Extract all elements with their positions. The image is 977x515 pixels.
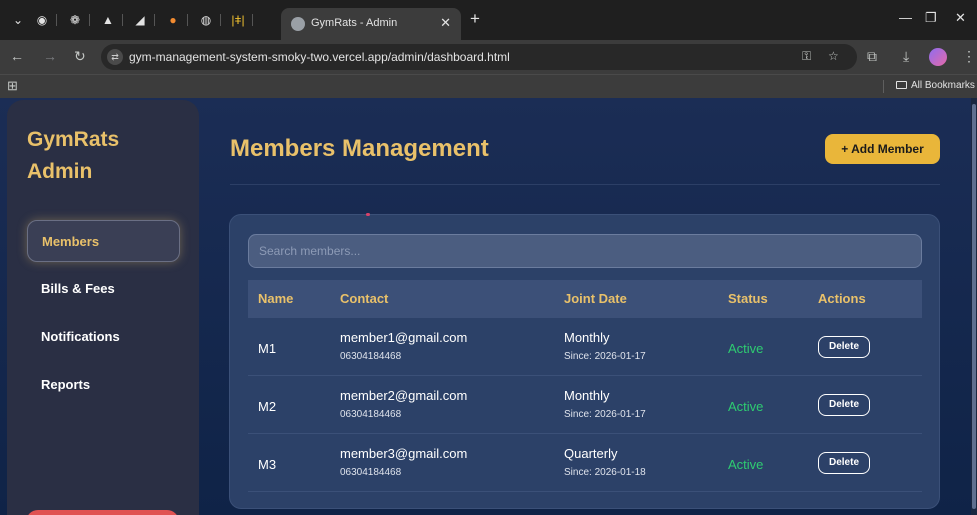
new-tab-icon[interactable]: + xyxy=(470,9,480,29)
forward-arrow-icon[interactable]: → xyxy=(43,48,57,64)
member-plan: Quarterly xyxy=(564,446,618,461)
tab-divider xyxy=(56,14,57,26)
delete-button[interactable]: Delete xyxy=(818,394,870,416)
delete-button[interactable]: Delete xyxy=(818,336,870,358)
table-row: M3 member3@gmail.com 06304184468 Quarter… xyxy=(248,434,922,492)
apps-grid-icon[interactable]: ⊞ xyxy=(7,78,18,94)
member-name: M3 xyxy=(258,457,277,472)
site-info-icon[interactable]: ⇄ xyxy=(107,49,123,65)
tab-title: GymRats - Admin xyxy=(311,17,398,29)
column-header-name: Name xyxy=(258,291,294,306)
minimize-icon[interactable]: — xyxy=(899,10,912,25)
github-icon[interactable]: ◉ xyxy=(33,11,51,29)
member-email: member2@gmail.com xyxy=(340,388,468,403)
member-phone: 06304184468 xyxy=(340,467,402,478)
member-since-date: Since: 2026-01-17 xyxy=(564,409,646,420)
column-header-actions: Actions xyxy=(818,291,866,306)
member-plan: Monthly xyxy=(564,388,610,403)
openai-icon[interactable]: ❁ xyxy=(66,11,84,29)
member-name: M2 xyxy=(258,399,277,414)
search-input[interactable] xyxy=(248,234,922,268)
folder-icon xyxy=(896,81,907,89)
all-bookmarks-label: All Bookmarks xyxy=(911,80,975,91)
tab-search-icon[interactable]: ⌄ xyxy=(9,11,27,29)
brand-title: GymRats Admin xyxy=(27,128,120,183)
tab-divider xyxy=(89,14,90,26)
bookmark-star-icon[interactable]: ☆ xyxy=(828,49,839,63)
tab-divider xyxy=(122,14,123,26)
firebase-icon[interactable]: ● xyxy=(164,11,182,29)
status-badge: Active xyxy=(728,341,764,356)
logout-button[interactable] xyxy=(26,510,179,515)
member-name: M1 xyxy=(258,341,277,356)
pinned-tab-icon[interactable]: ◍ xyxy=(197,11,215,29)
status-badge: Active xyxy=(728,457,764,472)
member-email: member1@gmail.com xyxy=(340,330,468,345)
page-title: Members Management xyxy=(230,135,489,162)
all-bookmarks-button[interactable]: All Bookmarks xyxy=(896,80,975,91)
menu-kebab-icon[interactable]: ⋮ xyxy=(962,48,976,65)
tab-divider xyxy=(220,14,221,26)
add-member-button[interactable]: + Add Member xyxy=(825,134,940,164)
extensions-icon[interactable]: ⧉ xyxy=(867,48,877,65)
page-viewport: GymRats Admin Members Bills & Fees Notif… xyxy=(0,98,977,515)
page-scrollbar[interactable] xyxy=(971,98,977,515)
status-badge: Active xyxy=(728,399,764,414)
column-header-contact: Contact xyxy=(340,291,389,306)
sidebar-item-notifications[interactable]: Notifications xyxy=(27,316,180,358)
bookmarks-divider xyxy=(883,80,884,93)
back-arrow-icon[interactable]: ← xyxy=(10,48,24,64)
tab-gymrats-admin[interactable]: GymRats - Admin ✕ xyxy=(281,8,461,40)
column-header-joint-date: Joint Date xyxy=(564,291,627,306)
member-phone: 06304184468 xyxy=(340,409,402,420)
download-icon[interactable]: ⤓ xyxy=(903,48,909,65)
member-phone: 06304184468 xyxy=(340,351,402,362)
analytics-icon[interactable]: |ǂ| xyxy=(229,11,247,29)
pinned-tab-icon[interactable]: ◢ xyxy=(131,11,149,29)
delete-button[interactable]: Delete xyxy=(818,452,870,474)
members-card: Name Contact Joint Date Status Actions M… xyxy=(229,213,940,509)
window-close-icon[interactable]: ✕ xyxy=(955,10,966,26)
member-plan: Monthly xyxy=(564,330,610,345)
reload-icon[interactable]: ↻ xyxy=(74,48,86,65)
column-header-status: Status xyxy=(728,291,768,306)
password-key-icon[interactable]: ⚿ xyxy=(802,49,811,64)
table-row: M2 member2@gmail.com 06304184468 Monthly… xyxy=(248,376,922,434)
sidebar: GymRats Admin Members Bills & Fees Notif… xyxy=(7,100,199,515)
tab-divider xyxy=(252,14,253,26)
browser-toolbar: ← → ↻ ⇄ gym-management-system-smoky-two.… xyxy=(0,40,977,74)
sidebar-item-bills-fees[interactable]: Bills & Fees xyxy=(27,268,180,310)
tab-divider xyxy=(154,14,155,26)
browser-tab-strip: ⌄ ◉ ❁ ▲ ◢ ● ◍ |ǂ| GymRats - Admin ✕ + — … xyxy=(0,0,977,40)
vercel-icon[interactable]: ▲ xyxy=(99,11,117,29)
address-bar[interactable]: ⇄ gym-management-system-smoky-two.vercel… xyxy=(101,44,857,70)
bookmarks-bar: ⊞ All Bookmarks xyxy=(0,74,977,98)
table-header: Name Contact Joint Date Status Actions xyxy=(248,280,922,318)
restore-icon[interactable]: ❐ xyxy=(925,10,937,26)
globe-icon xyxy=(291,17,305,31)
sidebar-item-members[interactable]: Members xyxy=(27,220,180,262)
tab-divider xyxy=(187,14,188,26)
header-divider xyxy=(230,184,940,185)
table-row: M1 member1@gmail.com 06304184468 Monthly… xyxy=(248,318,922,376)
member-since-date: Since: 2026-01-17 xyxy=(564,351,646,362)
url-text[interactable]: gym-management-system-smoky-two.vercel.a… xyxy=(129,50,510,64)
sidebar-item-reports[interactable]: Reports xyxy=(27,364,180,406)
profile-avatar[interactable] xyxy=(929,48,947,66)
accent-mark xyxy=(366,213,370,216)
scrollbar-thumb[interactable] xyxy=(972,104,976,509)
close-tab-icon[interactable]: ✕ xyxy=(440,15,451,31)
member-email: member3@gmail.com xyxy=(340,446,468,461)
member-since-date: Since: 2026-01-18 xyxy=(564,467,646,478)
